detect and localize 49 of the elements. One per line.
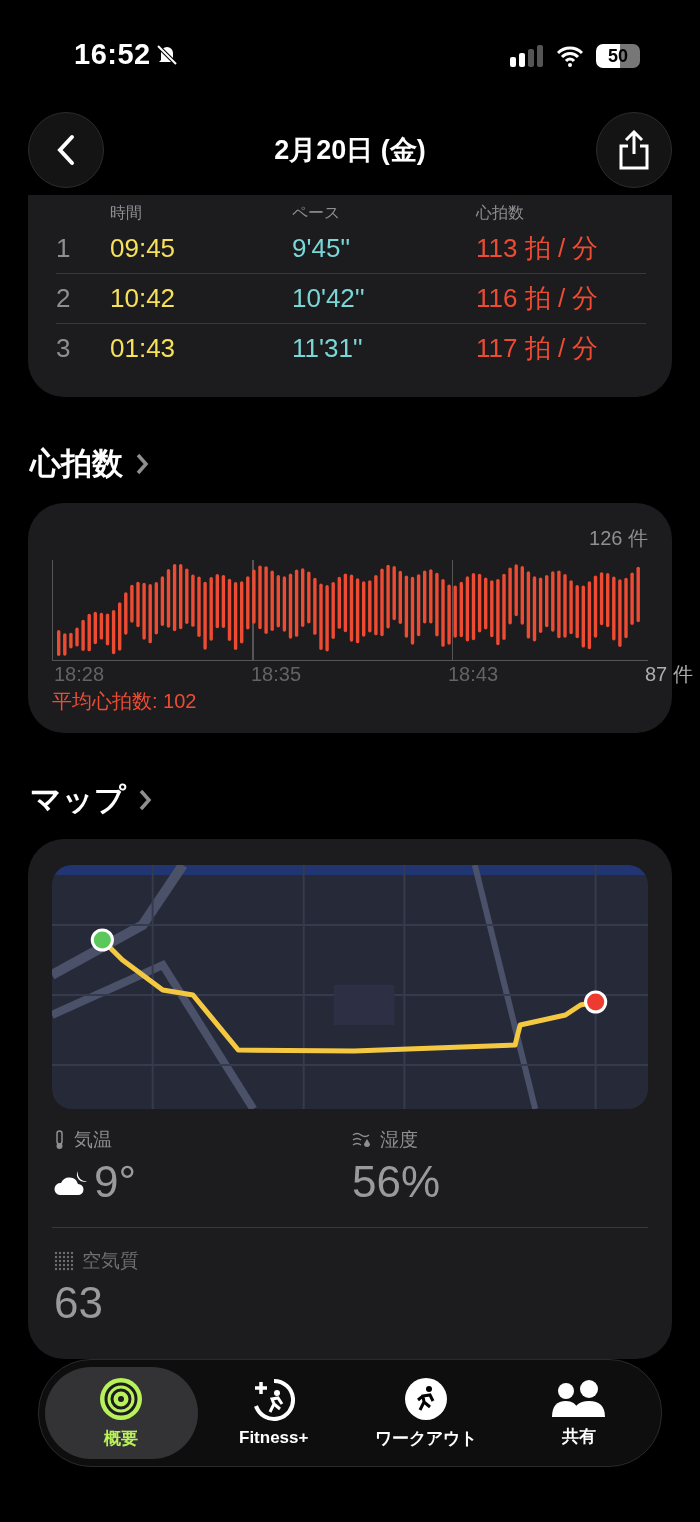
humidity-icon bbox=[352, 1131, 372, 1149]
table-cell-text: 01:43 bbox=[110, 333, 177, 364]
metric-value: 56% bbox=[352, 1157, 441, 1207]
min-count: 87 件 bbox=[645, 662, 693, 687]
table-cell-text: 113 拍 / 分 bbox=[476, 232, 600, 265]
column-header: 心拍数 bbox=[476, 203, 525, 223]
rings-icon bbox=[99, 1376, 144, 1421]
column-header: ペース bbox=[292, 203, 341, 223]
axis-label: 18:43 bbox=[448, 663, 500, 686]
clock-time: 16:52 bbox=[74, 38, 151, 71]
table-cell-text: 9'45'' bbox=[292, 233, 352, 264]
chevron-left-icon bbox=[56, 134, 76, 166]
axis-label: 18:35 bbox=[251, 663, 303, 686]
metric-label: 気温 bbox=[74, 1128, 112, 1152]
table-cell-text: 117 拍 / 分 bbox=[476, 332, 600, 365]
average-heart-rate: 平均心拍数: 102 bbox=[52, 689, 198, 714]
share-icon bbox=[617, 130, 651, 170]
metric-value: 63 bbox=[54, 1278, 104, 1328]
wifi-icon bbox=[556, 45, 584, 67]
table-cell-text: 09:45 bbox=[110, 233, 177, 264]
axis-label: 18:28 bbox=[54, 663, 106, 686]
metric-label: 湿度 bbox=[380, 1128, 418, 1152]
tab-item[interactable]: ワークアウト bbox=[350, 1367, 503, 1459]
section-title: 心拍数 bbox=[30, 445, 123, 483]
table-cell-text: 116 拍 / 分 bbox=[476, 282, 600, 315]
table-cell-text: 10:42 bbox=[110, 283, 177, 314]
date-title: 2月20日 (金) bbox=[274, 134, 426, 167]
split-number: 3 bbox=[56, 333, 72, 364]
signal-icon bbox=[510, 45, 544, 67]
people-icon bbox=[550, 1378, 607, 1419]
chevron-right-icon[interactable] bbox=[138, 788, 152, 812]
fitness-plus-icon bbox=[251, 1378, 296, 1422]
chevron-right-icon[interactable] bbox=[135, 452, 149, 476]
battery-indicator: 50 bbox=[596, 44, 640, 68]
section-title: マップ bbox=[30, 781, 126, 819]
table-cell-text: 10'42'' bbox=[292, 283, 366, 314]
split-number: 1 bbox=[56, 233, 72, 264]
tab-item[interactable]: 概要 bbox=[45, 1367, 198, 1459]
air-quality-icon bbox=[54, 1251, 74, 1271]
metric-label: 空気質 bbox=[82, 1249, 139, 1273]
table-cell-text: 11'31'' bbox=[292, 333, 364, 364]
tab-item[interactable]: Fitness+ bbox=[197, 1367, 350, 1459]
runner-icon bbox=[404, 1376, 449, 1421]
split-number: 2 bbox=[56, 283, 72, 314]
metric-value: 9° bbox=[94, 1157, 137, 1207]
tab-item[interactable]: 共有 bbox=[502, 1367, 655, 1459]
column-header: 時間 bbox=[110, 203, 143, 223]
thermometer-icon bbox=[54, 1130, 66, 1150]
max-count: 126 件 bbox=[589, 526, 648, 551]
